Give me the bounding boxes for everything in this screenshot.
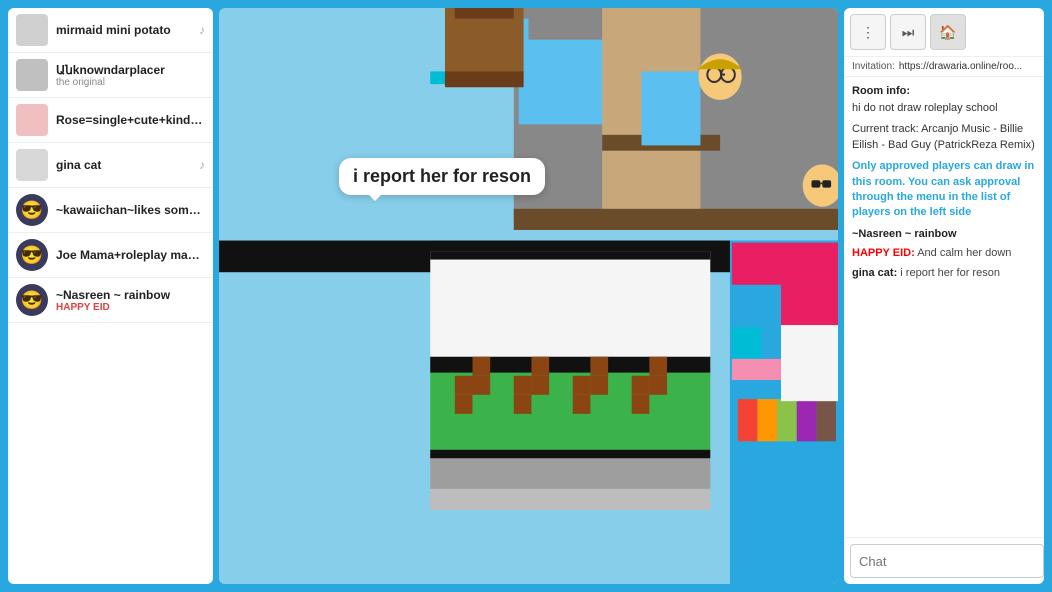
chat-text: i report her for reson [900, 267, 1000, 279]
avatar: 😎 [16, 284, 48, 316]
avatar [16, 149, 48, 181]
chat-username: gina cat: [852, 267, 897, 279]
player-info: mirmaid mini potato [56, 23, 191, 37]
player-info: gina cat [56, 158, 191, 172]
chat-input[interactable] [850, 544, 1044, 578]
music-icon: ♪ [199, 23, 205, 37]
list-item[interactable]: mirmaid mini potato ♪ [8, 8, 213, 53]
main-container: mirmaid mini potato ♪ Անknowndarplacer t… [8, 8, 1044, 584]
fast-forward-icon: ⏭ [902, 24, 915, 41]
chat-message: ~Nasreen ~ rainbow [852, 227, 1036, 242]
chat-message: gina cat: i report her for reson [852, 266, 1036, 281]
avatar [16, 104, 48, 136]
player-info: Joe Mama+roleplay master [56, 248, 205, 262]
player-subtitle: HAPPY EID [56, 302, 205, 313]
music-icon: ♪ [199, 158, 205, 172]
list-item[interactable]: 😎 ~kawaiichan~likes someone~ [8, 188, 213, 233]
chat-username: HAPPY EID: [852, 247, 915, 259]
fast-forward-button[interactable]: ⏭ [890, 14, 926, 50]
right-top-bar: ⋮ ⏭ 🏠 [844, 8, 1044, 57]
player-name: Rose=single+cute+kind💗 [56, 113, 205, 127]
avatar [16, 59, 48, 91]
speech-bubble: i report her for reson [339, 158, 545, 195]
room-info-title: Room info: [852, 85, 1036, 97]
list-item[interactable]: gina cat ♪ [8, 143, 213, 188]
game-scene: 🐱 😄 [219, 8, 838, 584]
avatar: 😎 [16, 239, 48, 271]
player-name: gina cat [56, 158, 191, 172]
invitation-bar: Invitation: https://drawaria.online/roo.… [844, 57, 1044, 77]
player-info: ~Nasreen ~ rainbow HAPPY EID [56, 288, 205, 313]
list-item[interactable]: 😎 ~Nasreen ~ rainbow HAPPY EID [8, 278, 213, 323]
chat-input-area: ★ [844, 537, 1044, 584]
chat-username: ~Nasreen ~ rainbow [852, 228, 957, 240]
avatar [16, 14, 48, 46]
player-subtitle: the original [56, 77, 205, 88]
chat-text: And calm her down [917, 247, 1011, 259]
room-current-track: Current track: Arcanjo Music - Billie Ei… [852, 122, 1036, 153]
player-name: ~Nasreen ~ rainbow [56, 288, 205, 302]
player-name: Անknowndarplacer [56, 63, 205, 77]
list-item[interactable]: 😎 Joe Mama+roleplay master [8, 233, 213, 278]
left-panel: mirmaid mini potato ♪ Անknowndarplacer t… [8, 8, 213, 584]
player-info: Rose=single+cute+kind💗 [56, 113, 205, 127]
approved-only-text: Only approved players can draw in this r… [852, 159, 1036, 221]
game-area: i report her for reson [219, 8, 838, 584]
player-info: Անknowndarplacer the original [56, 63, 205, 88]
right-panel: ⋮ ⏭ 🏠 Invitation: https://drawaria.onlin… [844, 8, 1044, 584]
player-name: Joe Mama+roleplay master [56, 248, 205, 262]
room-description: hi do not draw roleplay school [852, 101, 1036, 116]
invitation-label: Invitation: [852, 61, 895, 72]
room-info-panel: Room info: hi do not draw roleplay schoo… [844, 77, 1044, 537]
home-button[interactable]: 🏠 [930, 14, 966, 50]
player-name: ~kawaiichan~likes someone~ [56, 203, 205, 217]
chat-message: HAPPY EID: And calm her down [852, 246, 1036, 261]
invitation-url[interactable]: https://drawaria.online/roo... [899, 61, 1022, 72]
list-item[interactable]: Rose=single+cute+kind💗 [8, 98, 213, 143]
more-button[interactable]: ⋮ [850, 14, 886, 50]
more-icon: ⋮ [861, 24, 875, 41]
home-icon: 🏠 [939, 24, 956, 41]
avatar: 😎 [16, 194, 48, 226]
player-name: mirmaid mini potato [56, 23, 191, 37]
player-info: ~kawaiichan~likes someone~ [56, 203, 205, 217]
list-item[interactable]: Անknowndarplacer the original [8, 53, 213, 98]
